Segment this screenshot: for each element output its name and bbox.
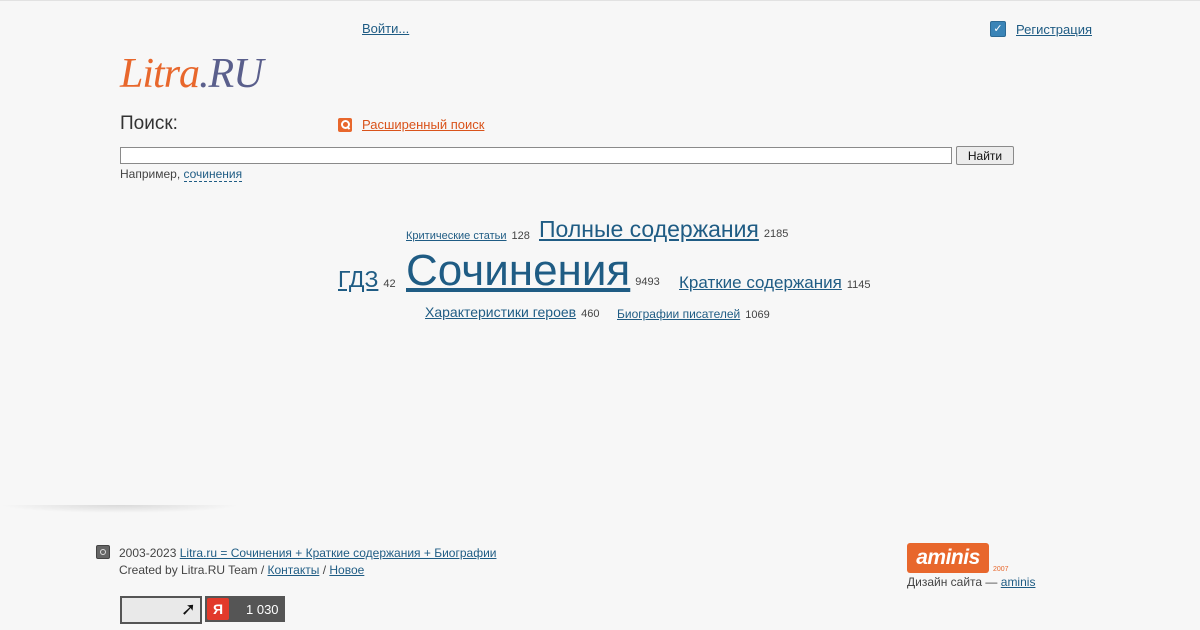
footer-news-link[interactable]: Новое <box>329 563 364 577</box>
aminis-logo[interactable]: aminis <box>907 543 989 573</box>
design-link[interactable]: aminis <box>1001 575 1036 589</box>
example-prefix: Например, <box>120 167 181 181</box>
site-logo[interactable]: Litra.RU <box>120 50 264 98</box>
yandex-metrica-icon: Я <box>207 598 229 620</box>
copyright-icon <box>96 545 110 559</box>
liveinternet-counter[interactable]: ➚ <box>120 596 202 624</box>
footer-credits: Created by Litra.RU Team / Контакты / Но… <box>119 563 364 577</box>
tag-count: 128 <box>511 230 530 242</box>
arrow-up-right-icon: ➚ <box>180 599 196 619</box>
tag-link[interactable]: Критические статьи <box>406 230 507 242</box>
tag-link[interactable]: ГДЗ <box>338 266 378 292</box>
tag-gdz: ГДЗ 42 <box>338 266 396 293</box>
footer-years: 2003-2023 <box>119 546 177 560</box>
advanced-search-link[interactable]: Расширенный поиск <box>362 117 484 132</box>
tag-count: 1069 <box>745 309 770 321</box>
logo-part-litra: Litra <box>120 51 200 97</box>
search-example: Например, сочинения <box>120 167 243 182</box>
tag-link[interactable]: Полные содержания <box>539 216 759 242</box>
footer-contacts-link[interactable]: Контакты <box>268 563 320 577</box>
tag-critical-articles: Критические статьи 128 <box>406 226 530 244</box>
yandex-metrica-counter[interactable]: Я 1 030 <box>205 596 285 622</box>
tag-link[interactable]: Характеристики героев <box>425 304 576 320</box>
example-link[interactable]: сочинения <box>183 167 243 182</box>
tag-link[interactable]: Краткие содержания <box>679 273 842 292</box>
logo-part-ru: .RU <box>199 51 263 97</box>
footer-copyright: 2003-2023 Litra.ru = Сочинения + Краткие… <box>119 546 496 560</box>
advanced-search: Расширенный поиск <box>338 117 484 132</box>
tag-link[interactable]: Биографии писателей <box>617 307 740 321</box>
design-credit: Дизайн сайта — aminis <box>907 575 1035 589</box>
search-label: Поиск: <box>120 113 178 134</box>
tag-link[interactable]: Сочинения <box>406 246 630 295</box>
design-prefix: Дизайн сайта — <box>907 575 998 589</box>
tag-count: 2185 <box>763 228 789 240</box>
tag-count: 9493 <box>635 276 660 288</box>
register-link[interactable]: Регистрация <box>1016 22 1092 37</box>
footer-slash: / <box>322 563 327 577</box>
divider-shadow <box>0 505 240 513</box>
tag-essays: Сочинения 9493 <box>406 246 660 296</box>
aminis-year: 2007 <box>993 566 1009 573</box>
magnifier-icon[interactable] <box>338 117 352 132</box>
search-input[interactable] <box>120 147 952 164</box>
footer-site-link[interactable]: Litra.ru = Сочинения + Краткие содержани… <box>180 546 497 560</box>
register-block: ✓ Регистрация <box>990 21 1092 37</box>
checkbox-icon: ✓ <box>990 21 1006 37</box>
tag-full-summaries: Полные содержания 2185 <box>539 216 788 243</box>
metrica-count: 1 030 <box>246 601 279 617</box>
top-border <box>0 0 1200 1</box>
tag-writer-biographies: Биографии писателей 1069 <box>617 305 770 323</box>
footer-created-by: Created by Litra.RU Team / <box>119 563 265 577</box>
tag-character-descriptions: Характеристики героев 460 <box>425 304 599 322</box>
tag-brief-summaries: Краткие содержания 1145 <box>679 273 871 293</box>
tag-count: 42 <box>383 278 396 290</box>
tag-count: 460 <box>581 308 600 320</box>
tag-count: 1145 <box>846 279 871 291</box>
login-link[interactable]: Войти... <box>362 21 409 36</box>
search-button[interactable]: Найти <box>956 146 1014 165</box>
